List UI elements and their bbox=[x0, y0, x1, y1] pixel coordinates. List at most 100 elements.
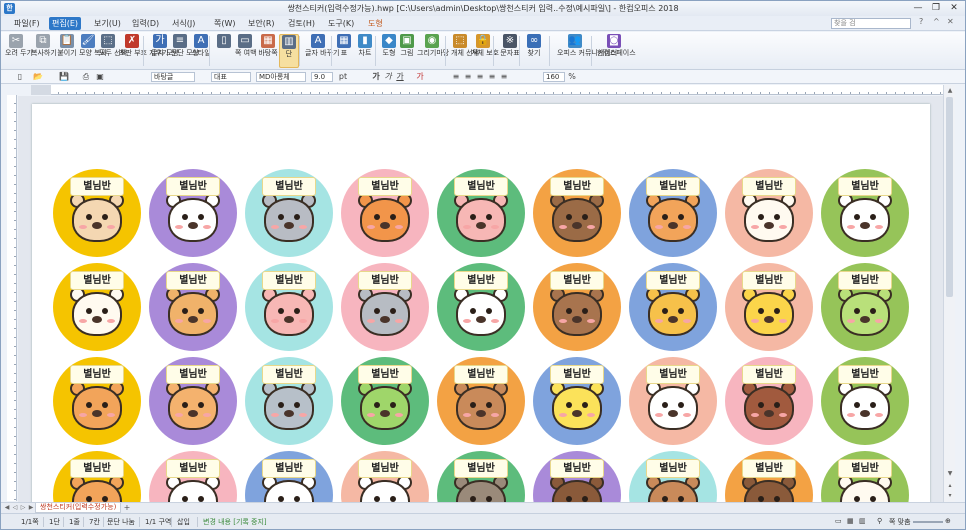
menu-item[interactable]: 쪽(W) bbox=[211, 17, 239, 30]
tab-first-icon[interactable]: ◀ bbox=[3, 504, 11, 512]
sticker-name-label[interactable]: 별님반 bbox=[262, 365, 316, 384]
sticker-pig[interactable]: 별님반 bbox=[245, 263, 333, 351]
line-spacing-input[interactable]: 160 bbox=[543, 72, 565, 82]
sticker-name-label[interactable]: 별님반 bbox=[550, 271, 604, 290]
ribbon-button[interactable]: ◆ 도형 bbox=[381, 34, 397, 68]
ribbon-button[interactable]: ▣ 그림 bbox=[399, 34, 415, 68]
sticker-name-label[interactable]: 별님반 bbox=[454, 459, 508, 478]
ribbon-button[interactable]: ▭ 쪽 여백 bbox=[235, 34, 257, 68]
sticker-bear[interactable]: 별님반 bbox=[629, 451, 717, 502]
sticker-name-label[interactable]: 별님반 bbox=[454, 177, 508, 196]
help-search-input[interactable]: 찾을 검 bbox=[831, 18, 911, 29]
sticker-name-label[interactable]: 별님반 bbox=[742, 177, 796, 196]
sticker-turtle[interactable]: 별님반 bbox=[821, 263, 909, 351]
sticker-horse[interactable]: 별님반 bbox=[725, 357, 813, 445]
sticker-chick[interactable]: 별님반 bbox=[533, 357, 621, 445]
sticker-name-label[interactable]: 별님반 bbox=[454, 365, 508, 384]
scroll-up-icon[interactable]: ▲ bbox=[945, 86, 955, 96]
ribbon-button[interactable]: ▥ 단 bbox=[279, 34, 299, 68]
sticker-name-label[interactable]: 별님반 bbox=[838, 459, 892, 478]
sticker-koala[interactable]: 별님반 bbox=[341, 263, 429, 351]
document-page[interactable]: 별님반 별님반 별님반 별님반 별님반 별님반 별님반 별님반 별님반 별님반 별님반 별님반 별님반 별… bbox=[32, 104, 930, 502]
ribbon-button[interactable]: A 스타일 bbox=[191, 34, 211, 68]
ribbon-button[interactable]: ▦ 표 bbox=[337, 34, 351, 68]
language-select[interactable]: 대표 bbox=[211, 72, 251, 82]
menu-item[interactable]: 도형 bbox=[365, 17, 386, 30]
style-select[interactable]: 바탕글 bbox=[151, 72, 195, 82]
sticker-puppy[interactable]: 별님반 bbox=[53, 169, 141, 257]
sticker-name-label[interactable]: 별님반 bbox=[838, 365, 892, 384]
ribbon-button[interactable]: ✗ 조판 부호 지우기 bbox=[119, 34, 169, 68]
sticker-name-label[interactable]: 별님반 bbox=[166, 365, 220, 384]
open-icon[interactable]: 📂 bbox=[33, 72, 43, 82]
print-icon[interactable]: ⎙ bbox=[81, 72, 91, 82]
align-justify-icon[interactable]: ≡ bbox=[487, 72, 497, 82]
sticker-name-label[interactable]: 별님반 bbox=[646, 177, 700, 196]
menu-item[interactable]: 서식(J) bbox=[169, 17, 198, 30]
minimize-button[interactable]: — bbox=[911, 2, 925, 14]
align-distribute-icon[interactable]: ≡ bbox=[499, 72, 509, 82]
menu-item[interactable]: 파일(F) bbox=[11, 17, 43, 30]
sticker-chicken[interactable]: 별님반 bbox=[725, 263, 813, 351]
vertical-ruler[interactable] bbox=[7, 95, 17, 501]
document-close-icon[interactable]: ✕ bbox=[947, 17, 954, 26]
sticker-rabbit[interactable]: 별님반 bbox=[149, 451, 237, 502]
sticker-puppy[interactable]: 별님반 bbox=[437, 357, 525, 445]
sticker-name-label[interactable]: 별님반 bbox=[358, 271, 412, 290]
horizontal-ruler[interactable] bbox=[31, 85, 949, 95]
font-size-input[interactable]: 9.0 bbox=[311, 72, 333, 82]
sticker-name-label[interactable]: 별님반 bbox=[262, 459, 316, 478]
sticker-cow[interactable]: 별님반 bbox=[149, 169, 237, 257]
restore-button[interactable]: ❐ bbox=[929, 2, 943, 14]
status-track-changes[interactable]: 변경 내용 [기록 중지] bbox=[203, 517, 267, 527]
sticker-rabbit[interactable]: 별님반 bbox=[821, 169, 909, 257]
align-center-icon[interactable]: ≡ bbox=[463, 72, 473, 82]
sticker-name-label[interactable]: 별님반 bbox=[262, 177, 316, 196]
sticker-tiger[interactable]: 별님반 bbox=[53, 357, 141, 445]
sticker-monkey[interactable]: 별님반 bbox=[533, 263, 621, 351]
tab-prev-icon[interactable]: ◁ bbox=[11, 504, 19, 512]
help-icon[interactable]: ? bbox=[919, 17, 923, 26]
ribbon-button[interactable]: ✂ 오려 두기 bbox=[5, 34, 33, 68]
align-left-icon[interactable]: ≡ bbox=[451, 72, 461, 82]
zoom-slider[interactable] bbox=[913, 521, 943, 523]
sticker-name-label[interactable]: 별님반 bbox=[550, 459, 604, 478]
document-area[interactable]: 별님반 별님반 별님반 별님반 별님반 별님반 별님반 별님반 별님반 별님반 별님반 별님반 별님반 별… bbox=[18, 96, 943, 502]
sticker-name-label[interactable]: 별님반 bbox=[646, 271, 700, 290]
ribbon-button[interactable]: ▯ bbox=[215, 34, 233, 68]
sticker-name-label[interactable]: 별님반 bbox=[70, 365, 124, 384]
view-web-icon[interactable]: ▦ bbox=[847, 517, 854, 525]
sticker-name-label[interactable]: 별님반 bbox=[166, 271, 220, 290]
menu-item[interactable]: 보기(U) bbox=[91, 17, 124, 30]
sticker-sheep[interactable]: 별님반 bbox=[53, 263, 141, 351]
sticker-name-label[interactable]: 별님반 bbox=[742, 365, 796, 384]
ribbon-button[interactable]: ▮ 차트 bbox=[355, 34, 375, 68]
scroll-down-icon[interactable]: ▼ bbox=[945, 469, 955, 479]
zoom-icon[interactable]: ⚲ bbox=[877, 517, 882, 525]
close-button[interactable]: ✕ bbox=[947, 2, 961, 14]
sticker-name-label[interactable]: 별님반 bbox=[838, 271, 892, 290]
ribbon-button[interactable]: ∞ 찾기 bbox=[525, 34, 543, 68]
ribbon-button[interactable]: ※ 문자표 bbox=[499, 34, 521, 68]
sticker-tiger[interactable]: 별님반 bbox=[53, 451, 141, 502]
new-icon[interactable]: ▯ bbox=[15, 72, 25, 82]
status-page[interactable]: 1/1쪽 bbox=[21, 517, 39, 527]
save-icon[interactable]: 💾 bbox=[59, 72, 69, 82]
sticker-rabbit[interactable]: 별님반 bbox=[437, 263, 525, 351]
sticker-name-label[interactable]: 별님반 bbox=[70, 177, 124, 196]
sticker-tiger[interactable]: 별님반 bbox=[629, 263, 717, 351]
ribbon-button[interactable]: ⧉ 복사하기 bbox=[31, 34, 57, 68]
align-right-icon[interactable]: ≡ bbox=[475, 72, 485, 82]
sticker-cow[interactable]: 별님반 bbox=[821, 357, 909, 445]
sticker-cat[interactable]: 별님반 bbox=[629, 169, 717, 257]
scrollbar-thumb[interactable] bbox=[946, 97, 953, 297]
view-normal-icon[interactable]: ▭ bbox=[835, 517, 842, 525]
sticker-polar-bear[interactable]: 별님반 bbox=[629, 357, 717, 445]
menu-item[interactable]: 편집(E) bbox=[49, 17, 82, 30]
new-tab-button[interactable]: + bbox=[121, 503, 133, 513]
preview-icon[interactable]: ▣ bbox=[95, 72, 105, 82]
ribbon-collapse-icon[interactable]: ^ bbox=[933, 17, 940, 26]
sticker-frog[interactable]: 별님반 bbox=[341, 357, 429, 445]
sticker-fox[interactable]: 별님반 bbox=[341, 169, 429, 257]
sticker-elephant[interactable]: 별님반 bbox=[245, 357, 333, 445]
